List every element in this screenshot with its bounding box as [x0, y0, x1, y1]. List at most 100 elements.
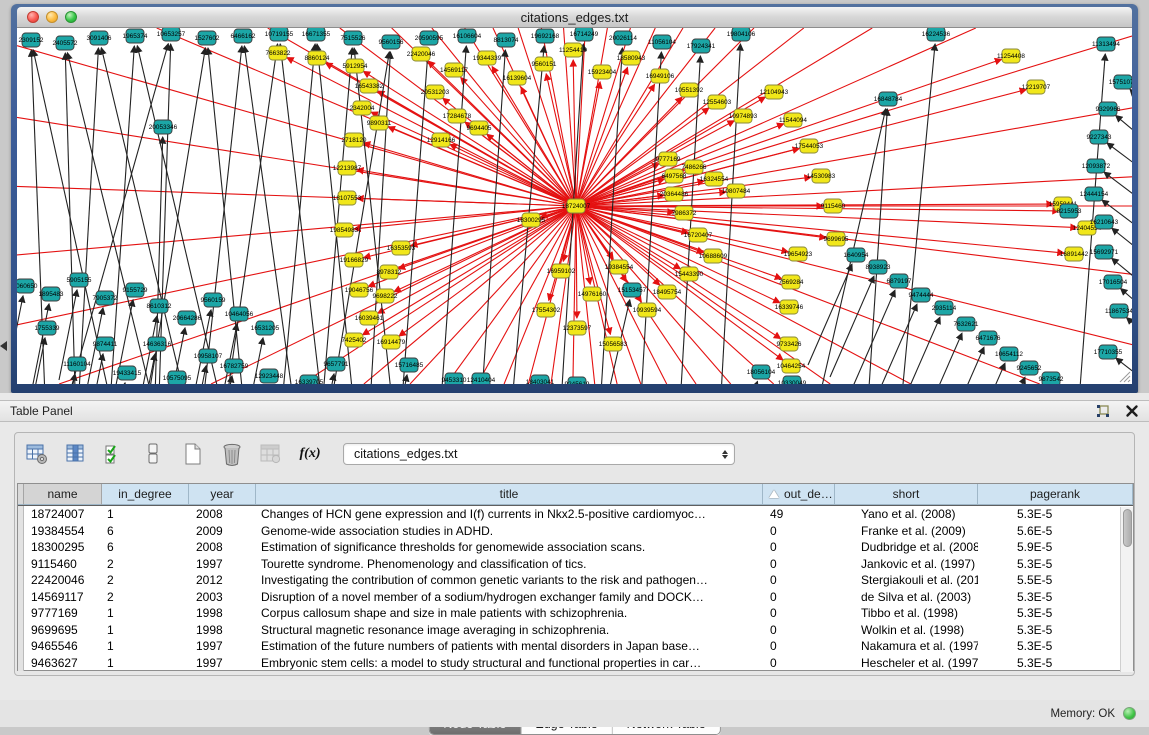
- table-cell[interactable]: 1: [102, 605, 189, 622]
- table-cell[interactable]: Investigating the contribution of common…: [256, 572, 763, 589]
- table-row[interactable]: 1938455462009Genome-wide association stu…: [18, 523, 1133, 540]
- table-cell[interactable]: 1: [102, 622, 189, 639]
- table-cell[interactable]: 1: [102, 655, 189, 672]
- minimize-button[interactable]: [46, 11, 58, 23]
- table-cell[interactable]: Stergiakouli et al. (2012): [835, 572, 978, 589]
- graph-edge[interactable]: [918, 333, 962, 384]
- table-cell[interactable]: 2: [102, 556, 189, 573]
- graph-edge[interactable]: [85, 354, 103, 384]
- select-all-columns-button[interactable]: [103, 441, 127, 467]
- delete-table-button[interactable]: [220, 441, 244, 467]
- graph-edge[interactable]: [576, 206, 1040, 384]
- column-header-out_de[interactable]: out_de…: [763, 484, 835, 505]
- graph-edge[interactable]: [576, 28, 715, 206]
- graph-edge[interactable]: [576, 206, 577, 318]
- create-column-button[interactable]: [181, 441, 205, 467]
- function-builder-button[interactable]: f(x): [298, 441, 322, 467]
- table-row[interactable]: 1830029562008Estimation of significance …: [18, 539, 1133, 556]
- graph-edge[interactable]: [897, 44, 935, 384]
- graph-edge[interactable]: [896, 317, 940, 384]
- graph-edge[interactable]: [27, 338, 45, 384]
- graph-edge[interactable]: [830, 276, 874, 377]
- table-row[interactable]: 1872400712008Changes of HCN gene express…: [18, 506, 1133, 523]
- table-cell[interactable]: 9463627: [24, 655, 102, 672]
- table-cell[interactable]: 9777169: [24, 605, 102, 622]
- network-window-titlebar[interactable]: citations_edges.txt: [17, 7, 1132, 28]
- close-panel-icon[interactable]: [1125, 404, 1139, 418]
- close-button[interactable]: [27, 11, 39, 23]
- table-cell[interactable]: Jankovic et al. (1997): [835, 556, 978, 573]
- graph-edge[interactable]: [17, 296, 23, 384]
- table-cell[interactable]: Dudbridge et al. (2008): [835, 539, 978, 556]
- network-window[interactable]: citations_edges.txt 18724007766382288601…: [11, 4, 1138, 393]
- graph-edge[interactable]: [277, 44, 315, 384]
- table-cell[interactable]: 1: [102, 638, 189, 655]
- table-cell[interactable]: 0: [763, 605, 835, 622]
- graph-edge[interactable]: [940, 347, 984, 384]
- graph-edge[interactable]: [388, 127, 576, 206]
- table-cell[interactable]: 2008: [189, 506, 256, 523]
- graph-edge[interactable]: [731, 381, 757, 384]
- table-cell[interactable]: 0: [763, 556, 835, 573]
- table-cell[interactable]: 2003: [189, 589, 256, 606]
- table-row[interactable]: 946362711997Embryonic stem cells: a mode…: [18, 655, 1133, 672]
- graph-edge[interactable]: [287, 58, 576, 206]
- graph-edge[interactable]: [67, 53, 157, 384]
- table-cell[interactable]: 1998: [189, 622, 256, 639]
- table-cell[interactable]: 22420046: [24, 572, 102, 589]
- graph-edge[interactable]: [576, 28, 804, 206]
- table-cell[interactable]: Hescheler et al. (1997): [835, 655, 978, 672]
- graph-edge[interactable]: [280, 44, 327, 384]
- table-cell[interactable]: 2: [102, 572, 189, 589]
- graph-edge[interactable]: [576, 108, 709, 206]
- graph-edge[interactable]: [873, 304, 917, 384]
- graph-edge[interactable]: [867, 109, 887, 384]
- scrollbar-thumb[interactable]: [1123, 509, 1132, 547]
- table-mode-button[interactable]: [25, 441, 49, 467]
- graph-edge[interactable]: [981, 377, 1025, 384]
- table-cell[interactable]: 5.3E-5: [978, 622, 1133, 639]
- graph-edge[interactable]: [17, 117, 576, 206]
- network-graph[interactable]: 1872400776638228860124591295416543382234…: [17, 28, 1132, 384]
- delete-column-button-disabled[interactable]: [259, 441, 283, 467]
- graph-edge[interactable]: [208, 48, 247, 384]
- table-row[interactable]: 911546021997Tourette syndrome. Phenomeno…: [18, 556, 1133, 573]
- table-cell[interactable]: Nakamura et al. (1997): [835, 638, 978, 655]
- table-cell[interactable]: Changes of HCN gene expression and I(f) …: [256, 506, 763, 523]
- table-cell[interactable]: 5.6E-5: [978, 523, 1133, 540]
- table-cell[interactable]: Structural magnetic resonance image aver…: [256, 622, 763, 639]
- table-cell[interactable]: 0: [763, 638, 835, 655]
- graph-edge[interactable]: [394, 206, 576, 292]
- table-cell[interactable]: 2012: [189, 572, 256, 589]
- column-header-year[interactable]: year: [189, 484, 256, 505]
- table-cell[interactable]: 0: [763, 655, 835, 672]
- table-cell[interactable]: 1997: [189, 638, 256, 655]
- table-cell[interactable]: 9465546: [24, 638, 102, 655]
- table-row[interactable]: 2242004622012Investigating the contribut…: [18, 572, 1133, 589]
- table-cell[interactable]: Disruption of a novel member of a sodium…: [256, 589, 763, 606]
- table-row[interactable]: 969969511998Structural magnetic resonanc…: [18, 622, 1133, 639]
- graph-edge[interactable]: [461, 77, 576, 206]
- table-cell[interactable]: de Silva et al. (2003): [835, 589, 978, 606]
- float-panel-icon[interactable]: [1096, 404, 1111, 419]
- table-cell[interactable]: 1998: [189, 605, 256, 622]
- network-canvas[interactable]: 1872400776638228860124591295416543382234…: [17, 28, 1132, 384]
- table-row[interactable]: 1456911722003Disruption of a novel membe…: [18, 589, 1133, 606]
- zoom-button[interactable]: [65, 11, 77, 23]
- graph-edge[interactable]: [1127, 318, 1132, 360]
- table-cell[interactable]: 49: [763, 506, 835, 523]
- table-cell[interactable]: Estimation of significance thresholds fo…: [256, 539, 763, 556]
- table-cell[interactable]: 5.3E-5: [978, 589, 1133, 606]
- table-cell[interactable]: 0: [763, 523, 835, 540]
- vertical-scrollbar[interactable]: [1120, 507, 1133, 672]
- graph-edge[interactable]: [17, 206, 576, 325]
- table-cell[interactable]: 1997: [189, 556, 256, 573]
- graph-edge[interactable]: [137, 48, 205, 384]
- table-row[interactable]: 946554611997Estimation of the future num…: [18, 638, 1133, 655]
- table-cell[interactable]: 18300295: [24, 539, 102, 556]
- table-selector-dropdown[interactable]: citations_edges.txt: [343, 443, 735, 465]
- graph-edge[interactable]: [1107, 143, 1132, 188]
- table-cell[interactable]: 5.3E-5: [978, 605, 1133, 622]
- table-cell[interactable]: 5.3E-5: [978, 638, 1133, 655]
- column-header-title[interactable]: title: [256, 484, 763, 505]
